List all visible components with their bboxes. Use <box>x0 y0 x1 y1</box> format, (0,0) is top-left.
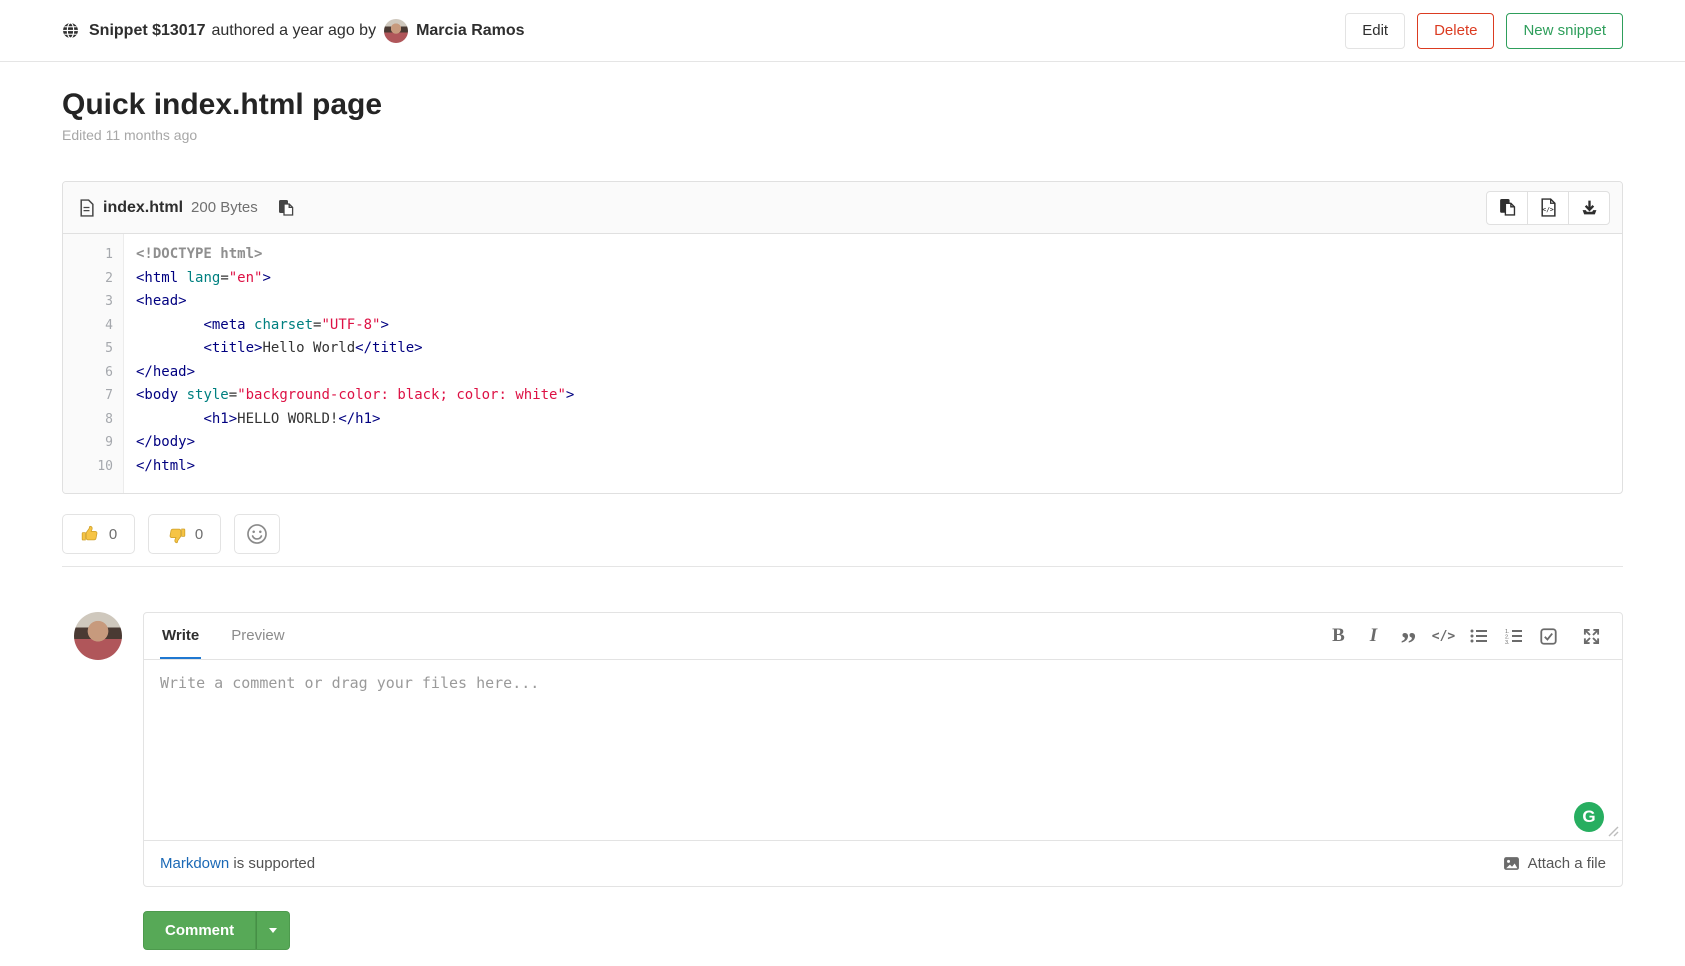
fullscreen-icon[interactable] <box>1577 622 1606 650</box>
award-emoji-row: 0 0 <box>62 514 1623 554</box>
snippet-id: Snippet $13017 <box>89 22 206 40</box>
edit-button[interactable]: Edit <box>1345 13 1405 49</box>
comment-textarea[interactable] <box>144 660 1622 840</box>
copy-file-path-button[interactable] <box>276 197 296 219</box>
quote-icon[interactable]: ” <box>1394 629 1423 657</box>
line-number[interactable]: 2 <box>63 267 113 291</box>
authored-text: authored a year ago by <box>212 22 377 40</box>
download-icon[interactable] <box>1568 191 1610 225</box>
italic-icon[interactable]: I <box>1359 622 1388 650</box>
submit-row: Comment <box>143 911 1685 950</box>
markdown-supported-text: is supported <box>229 855 315 872</box>
file-header: index.html 200 Bytes </> <box>63 182 1622 234</box>
markdown-link[interactable]: Markdown <box>160 855 229 872</box>
svg-text:</>: </> <box>1542 207 1554 214</box>
line-number[interactable]: 6 <box>63 361 113 385</box>
bold-icon[interactable]: B <box>1324 622 1353 650</box>
add-reaction-button[interactable] <box>234 514 280 554</box>
code-icon[interactable]: </> <box>1429 622 1458 650</box>
edited-timestamp: Edited 11 months ago <box>62 127 1623 143</box>
numbered-list-icon[interactable]: 1. 2. 3. <box>1499 622 1528 650</box>
comment-form: Write Preview B I ” </> 1. <box>143 612 1623 887</box>
markdown-toolbar: B I ” </> 1. 2. 3. <box>1324 622 1606 650</box>
file-action-group: </> <box>1486 191 1610 225</box>
comment-options-dropdown[interactable] <box>256 911 290 950</box>
code-line: </html> <box>136 455 574 479</box>
chevron-down-icon <box>269 928 277 933</box>
resize-handle-icon[interactable] <box>1606 824 1619 837</box>
new-comment-row: Write Preview B I ” </> 1. <box>74 612 1623 887</box>
author-avatar[interactable] <box>384 19 408 43</box>
code-line: <h1>HELLO WORLD!</h1> <box>136 408 574 432</box>
thumbs-up-count: 0 <box>109 526 117 543</box>
code-line: <html lang="en"> <box>136 267 574 291</box>
smiley-icon <box>246 523 268 545</box>
comments-divider <box>62 566 1623 567</box>
tab-preview[interactable]: Preview <box>229 613 286 659</box>
line-number[interactable]: 7 <box>63 384 113 408</box>
code-viewer: 12345678910 <!DOCTYPE html><html lang="e… <box>63 234 1622 493</box>
image-attachment-icon <box>1503 855 1520 872</box>
snippet-file-panel: index.html 200 Bytes </> <box>62 181 1623 494</box>
code-line: <head> <box>136 290 574 314</box>
author-name[interactable]: Marcia Ramos <box>416 22 525 40</box>
line-number[interactable]: 3 <box>63 290 113 314</box>
code-line: <title>Hello World</title> <box>136 337 574 361</box>
file-icon <box>79 199 94 217</box>
code-line: </body> <box>136 431 574 455</box>
task-list-icon[interactable] <box>1534 622 1563 650</box>
file-size: 200 Bytes <box>191 199 258 216</box>
line-number[interactable]: 8 <box>63 408 113 432</box>
thumbs-up-icon <box>80 524 101 545</box>
copy-contents-button[interactable] <box>1486 191 1528 225</box>
thumbs-down-button[interactable]: 0 <box>148 514 221 554</box>
snippet-meta: Snippet $13017 authored a year ago by Ma… <box>62 19 525 43</box>
tab-write[interactable]: Write <box>160 613 201 659</box>
attach-file-button[interactable]: Attach a file <box>1503 855 1606 872</box>
code-line: <!DOCTYPE html> <box>136 243 574 267</box>
new-snippet-button[interactable]: New snippet <box>1506 13 1623 49</box>
code-content: <!DOCTYPE html><html lang="en"><head> <m… <box>124 234 590 493</box>
page-title: Quick index.html page <box>62 88 1623 122</box>
snippet-actions: Edit Delete New snippet <box>1345 13 1623 49</box>
delete-button[interactable]: Delete <box>1417 13 1494 49</box>
line-number[interactable]: 5 <box>63 337 113 361</box>
comment-form-footer: Markdown is supported Attach a file <box>144 840 1622 886</box>
thumbs-down-count: 0 <box>195 526 203 543</box>
code-line: </head> <box>136 361 574 385</box>
line-numbers: 12345678910 <box>63 234 124 493</box>
snippet-title-block: Quick index.html page Edited 11 months a… <box>0 62 1685 143</box>
open-raw-button[interactable]: </> <box>1527 191 1569 225</box>
code-line: <body style="background-color: black; co… <box>136 384 574 408</box>
globe-icon <box>62 22 79 39</box>
thumbs-up-button[interactable]: 0 <box>62 514 135 554</box>
file-name: index.html <box>103 199 183 217</box>
snippet-header-bar: Snippet $13017 authored a year ago by Ma… <box>0 0 1685 62</box>
comment-form-header: Write Preview B I ” </> 1. <box>144 613 1622 660</box>
line-number[interactable]: 4 <box>63 314 113 338</box>
thumbs-down-icon <box>166 524 187 545</box>
bullet-list-icon[interactable] <box>1464 622 1493 650</box>
comment-editor: G <box>144 660 1622 840</box>
svg-text:3.: 3. <box>1505 640 1510 644</box>
code-line: <meta charset="UTF-8"> <box>136 314 574 338</box>
line-number[interactable]: 1 <box>63 243 113 267</box>
line-number[interactable]: 9 <box>63 431 113 455</box>
line-number[interactable]: 10 <box>63 455 113 479</box>
comment-button[interactable]: Comment <box>143 911 256 950</box>
grammarly-icon[interactable]: G <box>1574 802 1604 832</box>
current-user-avatar <box>74 612 122 660</box>
